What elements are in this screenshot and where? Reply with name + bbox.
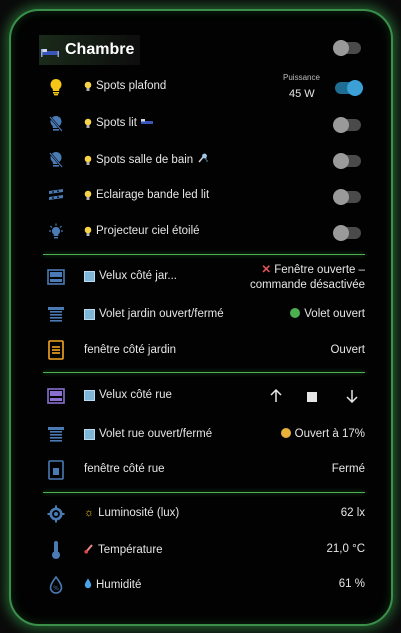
bed-emoji-icon — [140, 117, 153, 129]
humidite-value: 61 % — [338, 578, 365, 590]
fenetre-rue-state: Fermé — [331, 463, 365, 475]
room-title-text: Chambre — [65, 41, 135, 58]
cover-row-volet-rue[interactable]: Volet rue ouvert/fermé — [84, 428, 212, 440]
toggle-knob — [333, 117, 349, 133]
light-row-spots-lit[interactable]: Spots lit — [84, 117, 153, 129]
sensor-row-fenetre-jardin[interactable]: fenêtre côté jardin — [84, 344, 176, 356]
toggle-knob — [333, 189, 349, 205]
cover-row-velux-rue[interactable]: Velux côté rue — [84, 389, 172, 401]
bulb-emoji-icon — [84, 81, 92, 92]
cover-label: Volet rue ouvert/fermé — [99, 428, 213, 440]
volet-rue-state-text: Ouvert à 17% — [294, 428, 365, 440]
power-value: 45 W — [289, 88, 315, 100]
cross-icon: ✕ — [261, 264, 272, 276]
bulb-emoji-icon — [84, 226, 92, 237]
sensor-label: Humidité — [96, 579, 142, 591]
volet-jardin-state-text: Volet ouvert — [304, 308, 365, 320]
section-divider — [43, 254, 365, 255]
light-row-spots-salle-de-bain[interactable]: Spots salle de bain — [84, 153, 208, 167]
luminosite-value: 62 lx — [340, 507, 365, 519]
status-dot-green — [290, 308, 301, 318]
room-title[interactable]: Chambre — [39, 35, 141, 65]
window-shutter-icon[interactable] — [45, 424, 67, 446]
arrow-up-icon[interactable] — [269, 388, 285, 405]
shower-emoji-icon — [197, 153, 208, 167]
section-divider — [43, 372, 365, 373]
sensor-label: Luminosité (lux) — [98, 507, 180, 519]
water-drop-icon[interactable]: % — [45, 574, 67, 596]
power-label: Puissance — [283, 73, 320, 82]
sun-emoji-icon: ☼ — [84, 507, 95, 519]
sensor-row-humidite[interactable]: Humidité — [84, 578, 141, 592]
gear-icon[interactable] — [45, 503, 67, 525]
cover-label: Volet jardin ouvert/fermé — [99, 308, 224, 320]
light-label: Spots plafond — [96, 80, 167, 92]
cover-label: Velux côté rue — [99, 389, 172, 401]
light-toggle-eclairage-led[interactable] — [333, 189, 361, 205]
skylight-icon[interactable] — [45, 266, 67, 288]
status-dot-yellow — [280, 428, 291, 438]
window-emoji-icon — [84, 428, 95, 440]
window-emoji-icon — [84, 270, 95, 282]
window-open-icon[interactable] — [45, 339, 67, 361]
sensor-label: fenêtre côté jardin — [84, 344, 177, 356]
window-emoji-icon — [84, 389, 95, 401]
temperature-value: 21,0 °C — [326, 543, 365, 555]
window-closed-icon[interactable] — [45, 459, 67, 481]
toggle-knob — [333, 40, 349, 56]
room-master-toggle[interactable] — [333, 40, 361, 56]
window-emoji-icon — [84, 308, 95, 320]
sensor-row-temperature[interactable]: Température — [84, 543, 163, 557]
thermometer-icon[interactable] — [45, 539, 67, 561]
volet-jardin-state: Volet ouvert — [261, 308, 365, 320]
toggle-knob — [347, 80, 363, 96]
light-toggle-projecteur[interactable] — [333, 225, 361, 241]
lightbulb-rays-icon[interactable] — [45, 221, 67, 243]
sensor-label: fenêtre côté rue — [84, 463, 165, 475]
cover-label: Velux côté jar... — [99, 270, 177, 282]
volet-rue-state: Ouvert à 17% — [255, 428, 365, 440]
cover-row-volet-jardin[interactable]: Volet jardin ouvert/fermé — [84, 308, 224, 320]
light-row-eclairage-led[interactable]: Eclairage bande led lit — [84, 189, 209, 201]
cover-row-velux-jardin[interactable]: Velux côté jar... — [84, 270, 177, 282]
velux-jardin-state: ✕ Fenêtre ouverte – commande désactivée — [207, 263, 365, 293]
bulb-off-icon[interactable] — [45, 113, 67, 135]
bulb-off-icon[interactable] — [45, 149, 67, 171]
toggle-knob — [333, 153, 349, 169]
sensor-row-luminosite[interactable]: ☼ Luminosité (lux) — [84, 507, 179, 519]
stop-icon[interactable] — [307, 392, 317, 402]
fenetre-jardin-state: Ouvert — [330, 344, 365, 356]
bulb-emoji-icon — [84, 118, 92, 129]
light-label: Spots lit — [96, 117, 137, 129]
bulb-emoji-icon — [84, 155, 92, 166]
bulb-emoji-icon — [84, 190, 92, 201]
light-label: Eclairage bande led lit — [96, 189, 210, 201]
thermometer-emoji-icon — [84, 543, 94, 557]
led-strip-icon[interactable] — [45, 185, 67, 207]
window-shutter-icon[interactable] — [45, 304, 67, 326]
light-label: Spots salle de bain — [96, 154, 194, 166]
bed-icon — [41, 45, 59, 57]
light-toggle-spots-salle-de-bain[interactable] — [333, 153, 361, 169]
bulb-on-icon[interactable] — [45, 76, 67, 98]
skylight-icon[interactable] — [45, 385, 67, 407]
light-toggle-spots-lit[interactable] — [333, 117, 361, 133]
sensor-label: Température — [98, 544, 163, 556]
light-row-spots-plafond[interactable]: Spots plafond — [84, 80, 166, 92]
sensor-row-fenetre-rue[interactable]: fenêtre côté rue — [84, 463, 165, 475]
arrow-down-icon[interactable] — [345, 389, 361, 405]
light-label: Projecteur ciel étoilé — [96, 225, 200, 237]
toggle-knob — [333, 225, 349, 241]
room-card: Chambre Spots plafond Puissance 45 W Spo… — [9, 9, 393, 626]
light-toggle-spots-plafond[interactable] — [335, 80, 363, 96]
light-row-projecteur[interactable]: Projecteur ciel étoilé — [84, 225, 200, 237]
svg-text:%: % — [53, 585, 59, 592]
section-divider — [43, 492, 365, 493]
droplet-emoji-icon — [84, 578, 92, 592]
